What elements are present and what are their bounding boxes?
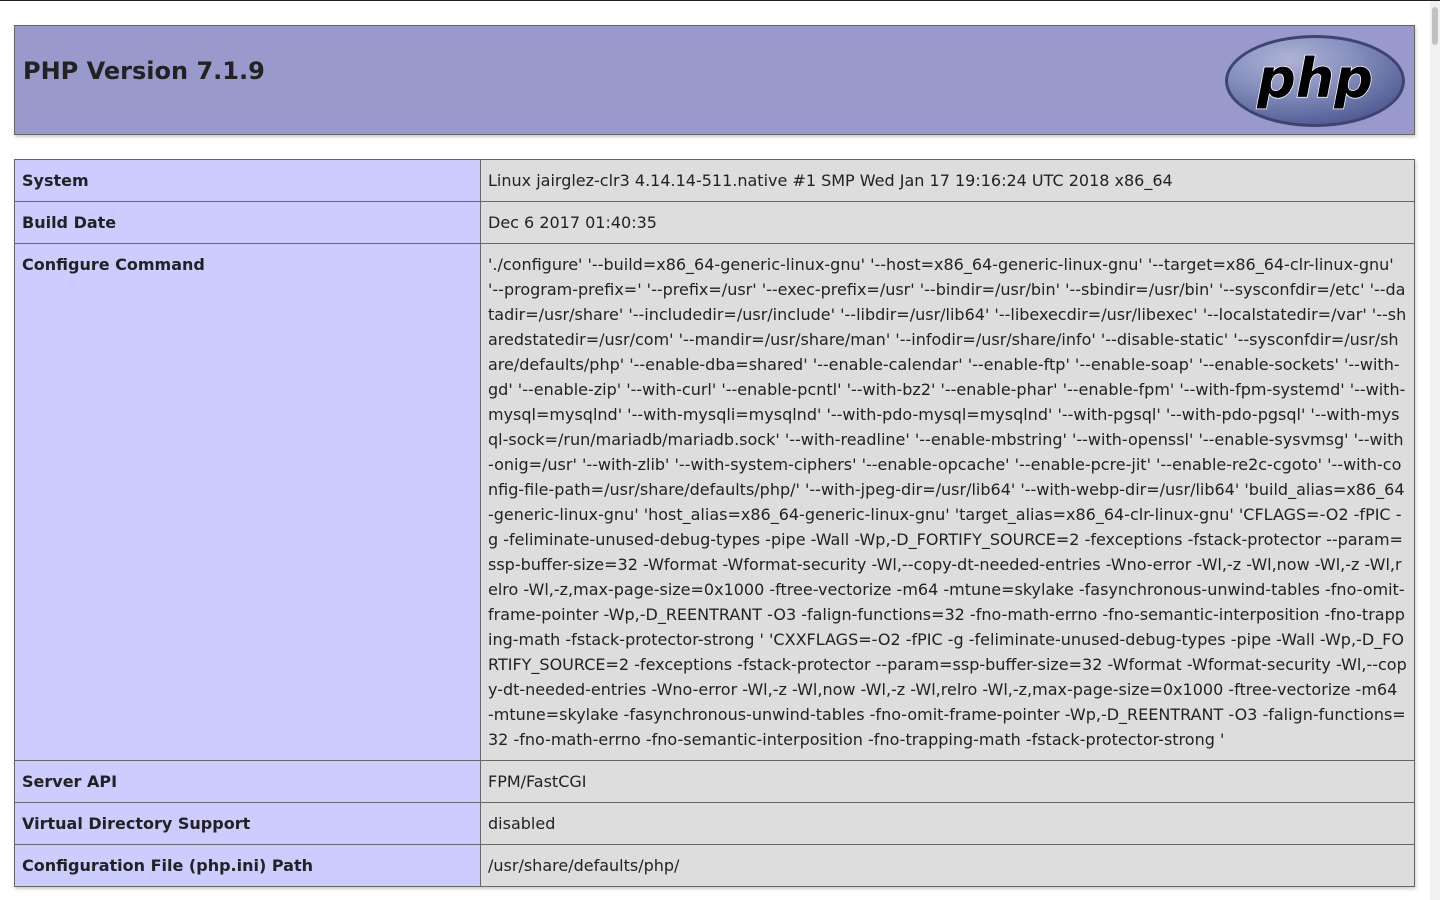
table-row: Server API FPM/FastCGI [14, 760, 1415, 803]
row-key: Virtual Directory Support [14, 802, 481, 845]
header-banner: PHP Version 7.1.9 php [14, 25, 1415, 135]
table-row: Configuration File (php.ini) Path /usr/s… [14, 844, 1415, 887]
scrollbar-thumb[interactable] [1432, 7, 1438, 45]
system-info-table: System Linux jairglez-clr3 4.14.14-511.n… [14, 159, 1415, 887]
table-row: Virtual Directory Support disabled [14, 802, 1415, 845]
vertical-scrollbar[interactable] [1430, 1, 1440, 900]
phpinfo-page: PHP Version 7.1.9 php System Linux jairg… [14, 25, 1415, 887]
table-row: Build Date Dec 6 2017 01:40:35 [14, 201, 1415, 244]
table-row: Configure Command './configure' '--build… [14, 243, 1415, 761]
php-logo-text: php [1256, 47, 1373, 110]
page-title: PHP Version 7.1.9 [23, 57, 265, 85]
row-value: /usr/share/defaults/php/ [480, 844, 1415, 887]
row-key: Configuration File (php.ini) Path [14, 844, 481, 887]
row-key: Server API [14, 760, 481, 803]
row-value: disabled [480, 802, 1415, 845]
table-row: System Linux jairglez-clr3 4.14.14-511.n… [14, 159, 1415, 202]
row-value: Linux jairglez-clr3 4.14.14-511.native #… [480, 159, 1415, 202]
row-value: Dec 6 2017 01:40:35 [480, 201, 1415, 244]
php-logo-icon[interactable]: php [1224, 34, 1406, 128]
row-key: Build Date [14, 201, 481, 244]
row-key: System [14, 159, 481, 202]
row-value: './configure' '--build=x86_64-generic-li… [480, 243, 1415, 761]
window-top-border [0, 0, 1440, 1]
row-key: Configure Command [14, 243, 481, 761]
row-value: FPM/FastCGI [480, 760, 1415, 803]
